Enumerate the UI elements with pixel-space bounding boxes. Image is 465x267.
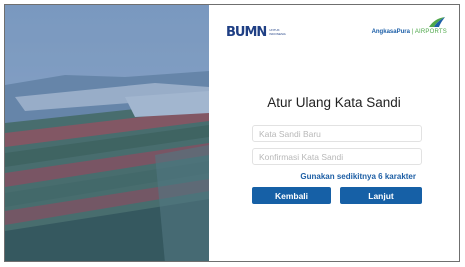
photo-blue-overlay — [5, 5, 209, 261]
angkasa-pura-swoosh-icon — [429, 17, 445, 27]
reset-password-panel: BUMN UNTUK INDONESIA AngkasaPura | AIRPO… — [209, 5, 459, 261]
angkasa-pura-tagline: AIRPORTS — [414, 29, 447, 35]
bumn-logo: BUMN UNTUK INDONESIA — [226, 26, 291, 39]
app-window: BUMN UNTUK INDONESIA AngkasaPura | AIRPO… — [4, 4, 460, 262]
next-button[interactable]: Lanjut — [340, 187, 422, 204]
bumn-logo-subtitle: UNTUK INDONESIA — [269, 28, 286, 36]
angkasa-pura-wordmark: AngkasaPura | AIRPORTS — [372, 29, 447, 35]
password-length-hint: Gunakan sedikitnya 6 karakter — [300, 172, 416, 181]
confirm-password-input[interactable] — [252, 148, 422, 165]
page-title: Atur Ulang Kata Sandi — [267, 95, 401, 110]
airport-background-image — [5, 5, 209, 261]
new-password-input[interactable] — [252, 125, 422, 142]
angkasa-pura-name: AngkasaPura — [371, 29, 410, 35]
angkasa-pura-logo: AngkasaPura | AIRPORTS — [372, 16, 447, 35]
back-button[interactable]: Kembali — [252, 187, 331, 204]
angkasa-pura-divider: | — [411, 29, 414, 35]
bumn-logo-mark: BUMN — [226, 25, 267, 40]
